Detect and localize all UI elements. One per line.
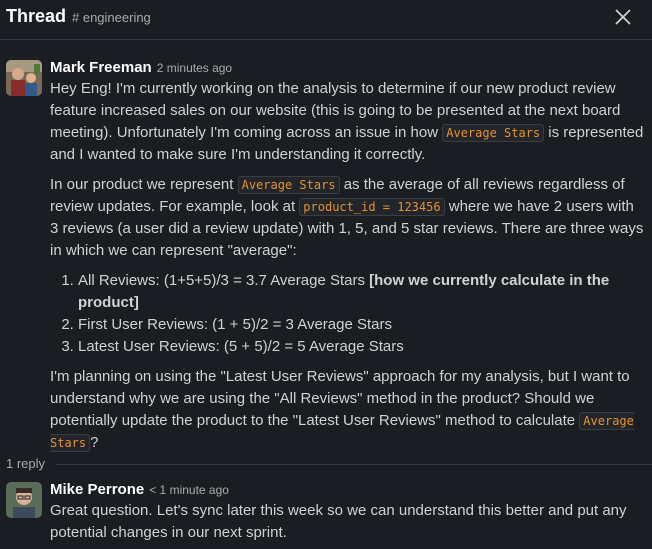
thread-title: Thread (6, 6, 67, 26)
numbered-list: All Reviews: (1+5+5)/3 = 3.7 Average Sta… (50, 270, 646, 358)
inline-code: product_id = 123456 (299, 198, 445, 216)
reply-divider: 1 reply (0, 456, 652, 472)
paragraph: Hey Eng! I'm currently working on the an… (50, 78, 646, 166)
list-item: First User Reviews: (1 + 5)/2 = 3 Averag… (78, 314, 646, 336)
author-name[interactable]: Mark Freeman (50, 59, 152, 76)
message-header: Mike Perrone < 1 minute ago (50, 480, 646, 500)
text-segment: ? (90, 434, 99, 451)
message-body: Mark Freeman 2 minutes ago Hey Eng! I'm c… (50, 58, 646, 462)
inline-code: Average Stars (237, 176, 340, 194)
message-timestamp[interactable]: < 1 minute ago (149, 483, 229, 497)
avatar[interactable] (6, 60, 42, 96)
thread-header: Thread # engineering (0, 0, 652, 40)
close-icon[interactable] (612, 6, 634, 28)
list-item-text: Latest User Reviews: (5 + 5)/2 = 5 Avera… (78, 338, 404, 355)
divider-line (56, 464, 652, 465)
channel-link[interactable]: # engineering (72, 10, 151, 25)
text-segment: In our product we represent (50, 176, 238, 193)
avatar[interactable] (6, 482, 42, 518)
paragraph: I'm planning on using the "Latest User R… (50, 366, 646, 454)
inline-code: Average Stars (442, 124, 545, 142)
list-item: Latest User Reviews: (5 + 5)/2 = 5 Avera… (78, 336, 646, 358)
text-segment: I'm planning on using the "Latest User R… (50, 368, 630, 429)
list-item: All Reviews: (1+5+5)/3 = 3.7 Average Sta… (78, 270, 646, 314)
message-body: Mike Perrone < 1 minute ago Great questio… (50, 480, 646, 544)
author-name[interactable]: Mike Perrone (50, 481, 144, 498)
reply-count: 1 reply (6, 456, 46, 471)
message-header: Mark Freeman 2 minutes ago (50, 58, 646, 78)
message-timestamp[interactable]: 2 minutes ago (157, 61, 232, 75)
paragraph: In our product we represent Average Star… (50, 174, 646, 262)
list-item-text: All Reviews: (1+5+5)/3 = 3.7 Average Sta… (78, 272, 370, 289)
message-text: Hey Eng! I'm currently working on the an… (50, 78, 646, 454)
message-text: Great question. Let's sync later this we… (50, 502, 627, 541)
list-item-text: First User Reviews: (1 + 5)/2 = 3 Averag… (78, 316, 393, 333)
